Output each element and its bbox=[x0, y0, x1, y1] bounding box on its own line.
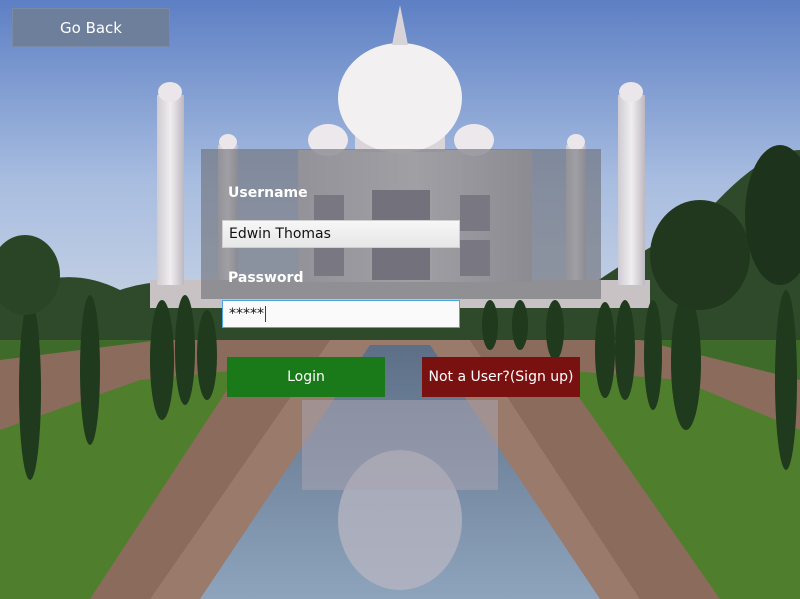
username-input[interactable]: Edwin Thomas bbox=[222, 220, 460, 248]
signup-button[interactable]: Not a User?(Sign up) bbox=[422, 357, 580, 397]
password-label: Password bbox=[228, 270, 304, 286]
username-label: Username bbox=[228, 185, 308, 201]
text-cursor bbox=[265, 306, 266, 322]
password-input[interactable]: ***** bbox=[222, 300, 460, 328]
go-back-button[interactable]: Go Back bbox=[12, 8, 170, 47]
username-value: Edwin Thomas bbox=[229, 226, 331, 242]
login-button[interactable]: Login bbox=[227, 357, 385, 397]
password-value: ***** bbox=[229, 306, 264, 322]
